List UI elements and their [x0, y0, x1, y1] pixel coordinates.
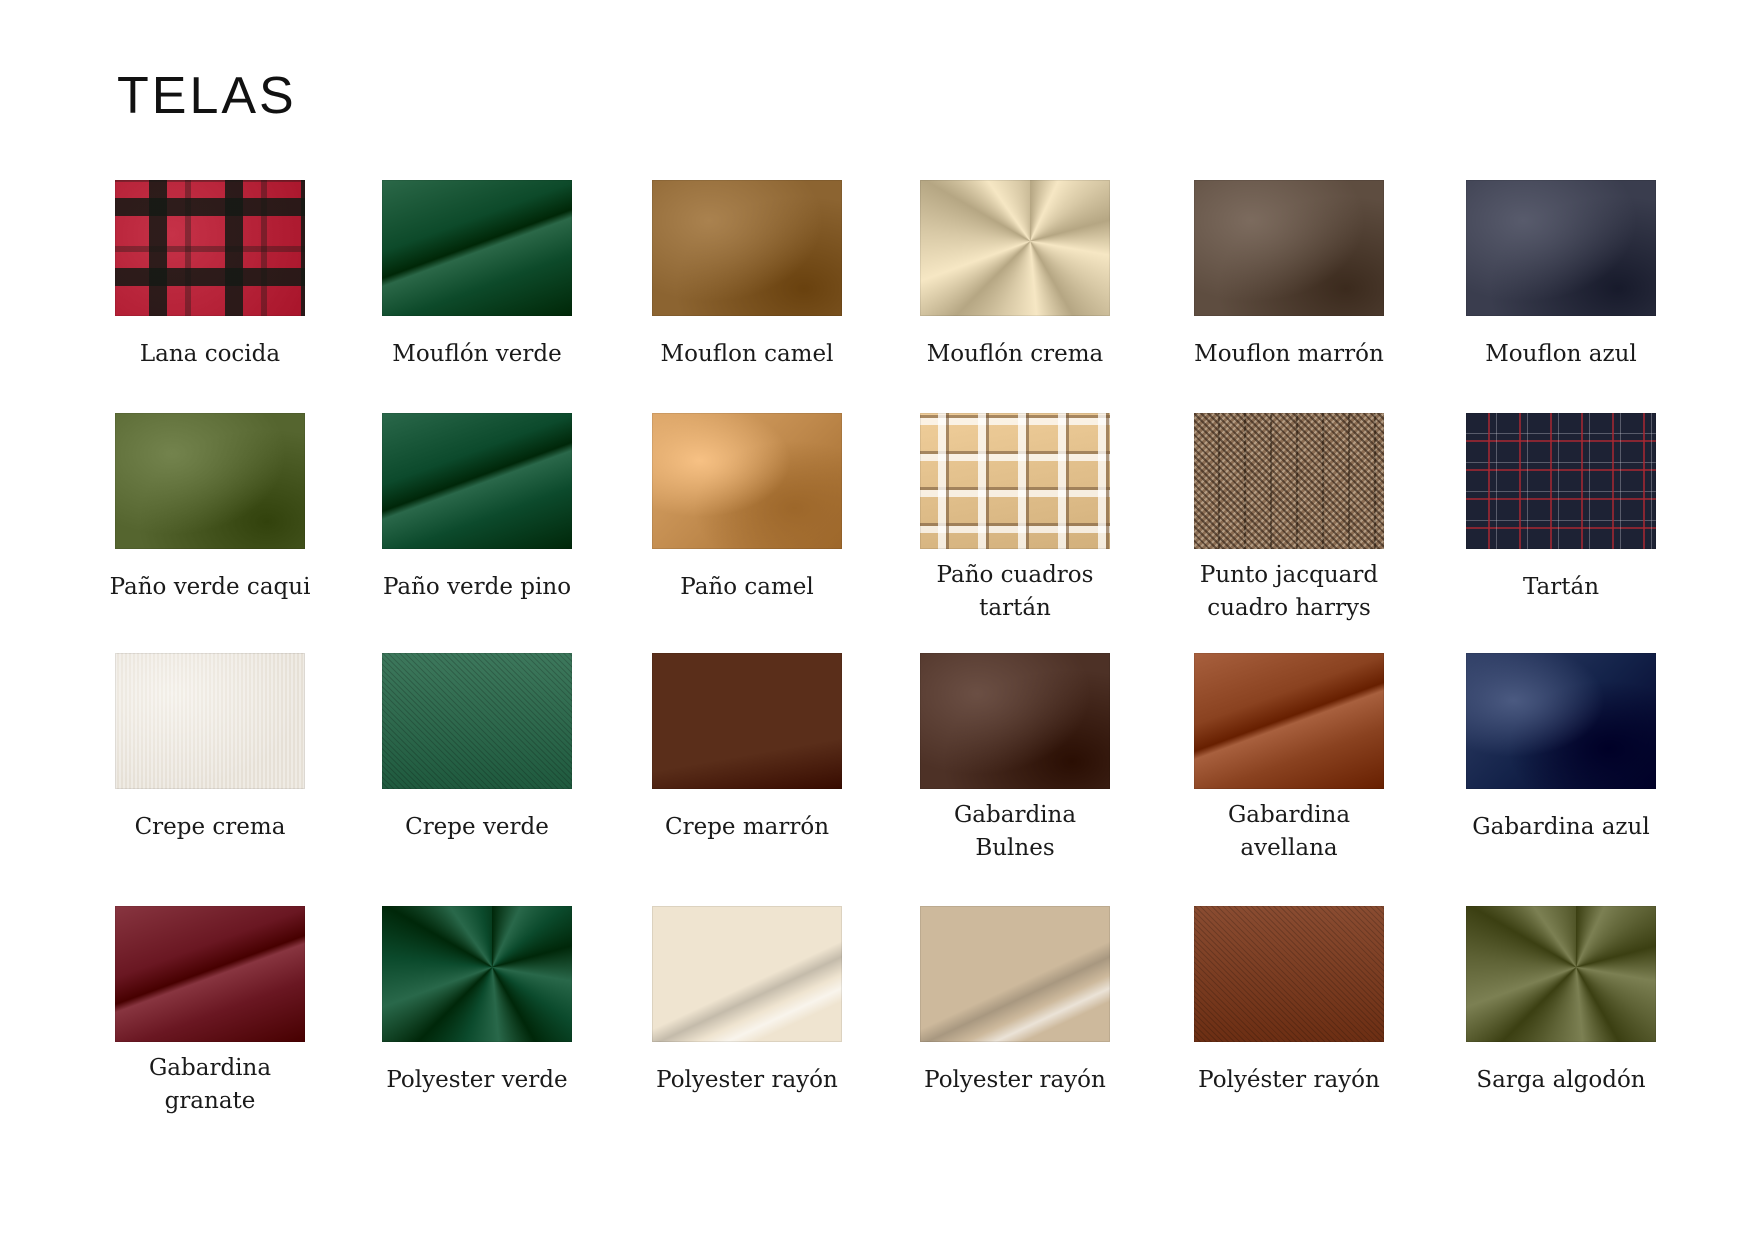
fabric-label: Mouflón verde	[392, 341, 562, 367]
fabric-label: Gabardina avellana	[1227, 802, 1351, 861]
fabric-label: Mouflón crema	[926, 341, 1104, 367]
fabric-card: Sarga algodón	[1446, 906, 1676, 1097]
fabric-swatch-image	[382, 653, 572, 789]
fabric-card: Crepe marrón	[632, 653, 862, 844]
fabric-label: Mouflon azul	[1485, 341, 1637, 367]
fabric-swatch-image	[652, 413, 842, 549]
fabric-label: Polyester verde	[386, 1067, 568, 1093]
fabric-label: Polyester rayón	[656, 1067, 838, 1093]
fabric-label: Gabardina granate	[148, 1055, 272, 1114]
fabric-card: Punto jacquard cuadro harrys	[1174, 413, 1404, 625]
fabric-swatch-image	[115, 906, 305, 1042]
fabric-label: Polyéster rayón	[1198, 1067, 1380, 1093]
fabric-swatch-image	[382, 180, 572, 316]
fabric-label: Lana cocida	[139, 341, 281, 367]
fabric-swatch-image	[1466, 180, 1656, 316]
fabric-card: Mouflon camel	[632, 180, 862, 371]
fabric-label: Gabardina Bulnes	[953, 802, 1077, 861]
fabric-label: Tartán	[1522, 574, 1600, 600]
fabric-swatch-image	[652, 906, 842, 1042]
fabric-swatch-image	[920, 180, 1110, 316]
fabric-swatch-image	[115, 413, 305, 549]
fabric-card: Gabardina granate	[95, 906, 325, 1118]
fabric-label: Crepe verde	[405, 814, 549, 840]
fabric-label: Mouflon marrón	[1194, 341, 1384, 367]
fabric-label: Paño verde caqui	[109, 574, 311, 600]
fabric-card: Mouflón crema	[900, 180, 1130, 371]
fabric-card: Polyester rayón	[900, 906, 1130, 1097]
fabric-swatch-image	[1466, 413, 1656, 549]
fabric-swatch-image	[382, 413, 572, 549]
fabric-swatch-image	[1466, 653, 1656, 789]
fabric-swatch-image	[115, 180, 305, 316]
fabric-swatch-image	[1194, 906, 1384, 1042]
fabric-swatch-image	[1194, 653, 1384, 789]
fabric-swatch-image	[652, 653, 842, 789]
fabric-card: Lana cocida	[95, 180, 325, 371]
fabric-card: Paño verde caqui	[95, 413, 325, 604]
fabric-card: Paño verde pino	[362, 413, 592, 604]
fabric-label: Sarga algodón	[1476, 1067, 1646, 1093]
fabric-card: Paño camel	[632, 413, 862, 604]
fabric-swatch-image	[1194, 413, 1384, 549]
fabric-label: Crepe crema	[134, 814, 286, 840]
fabric-grid: Lana cocida Mouflón verde Mouflon camel Mou…	[0, 0, 1754, 1241]
fabric-card: Gabardina avellana	[1174, 653, 1404, 865]
fabric-card: Polyester rayón	[632, 906, 862, 1097]
fabric-card: Mouflon marrón	[1174, 180, 1404, 371]
fabric-card: Gabardina azul	[1446, 653, 1676, 844]
fabric-swatch-image	[920, 413, 1110, 549]
fabric-card: Crepe verde	[362, 653, 592, 844]
fabric-label: Gabardina azul	[1472, 814, 1650, 840]
fabric-swatch-image	[115, 653, 305, 789]
fabric-label: Crepe marrón	[664, 814, 830, 840]
fabric-card: Paño cuadros tartán	[900, 413, 1130, 625]
fabric-card: Mouflón verde	[362, 180, 592, 371]
fabric-swatch-image	[382, 906, 572, 1042]
fabric-swatch-image	[920, 906, 1110, 1042]
fabric-card: Tartán	[1446, 413, 1676, 604]
fabric-swatch-image	[1466, 906, 1656, 1042]
fabric-swatch-image	[920, 653, 1110, 789]
fabric-card: Polyéster rayón	[1174, 906, 1404, 1097]
fabric-swatch-image	[1194, 180, 1384, 316]
fabric-label: Paño cuadros tartán	[936, 562, 1094, 621]
fabric-card: Gabardina Bulnes	[900, 653, 1130, 865]
fabric-swatch-image	[652, 180, 842, 316]
fabric-label: Polyester rayón	[924, 1067, 1106, 1093]
fabric-label: Punto jacquard cuadro harrys	[1199, 562, 1379, 621]
fabric-card: Crepe crema	[95, 653, 325, 844]
fabric-card: Mouflon azul	[1446, 180, 1676, 371]
fabric-card: Polyester verde	[362, 906, 592, 1097]
fabric-label: Paño verde pino	[382, 574, 572, 600]
fabric-label: Paño camel	[680, 574, 814, 600]
fabric-label: Mouflon camel	[660, 341, 834, 367]
